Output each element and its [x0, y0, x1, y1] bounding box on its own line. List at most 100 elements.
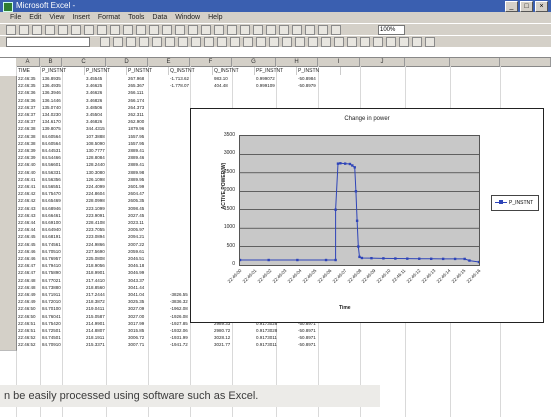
format-tool-icon[interactable]: [425, 37, 435, 47]
table-cell[interactable]: 22:46:41: [18, 184, 39, 190]
format-tool-icon[interactable]: [412, 37, 422, 47]
table-cell[interactable]: 22:46:36: [18, 90, 39, 96]
standard-tool-icon[interactable]: [175, 25, 185, 35]
table-cell[interactable]: 22:46:51: [18, 328, 39, 334]
maximize-button[interactable]: □: [520, 1, 533, 12]
format-tool-icon[interactable]: [165, 37, 175, 47]
standard-tool-icon[interactable]: [110, 25, 120, 35]
table-cell[interactable]: [214, 98, 253, 104]
column-header[interactable]: [450, 58, 500, 67]
table-cell[interactable]: 22:46:46: [18, 256, 39, 262]
table-cell[interactable]: -50.8984: [298, 76, 339, 82]
table-cell[interactable]: 224.8604: [86, 191, 125, 197]
table-cell[interactable]: 3007.71: [128, 342, 167, 348]
table-cell[interactable]: 3041.04: [128, 292, 167, 298]
table-cell[interactable]: 22:46:46: [18, 249, 39, 255]
table-cell[interactable]: 84.64940: [42, 227, 83, 233]
format-tool-icon[interactable]: [295, 37, 305, 47]
format-tool-icon[interactable]: [126, 37, 136, 47]
table-cell[interactable]: 214.9901: [86, 321, 125, 327]
table-cell[interactable]: 3.45545: [86, 76, 125, 82]
table-cell[interactable]: 983.10: [214, 76, 253, 82]
table-cell[interactable]: 108.5090: [86, 141, 125, 147]
table-cell[interactable]: 3046.99: [128, 270, 167, 276]
table-cell[interactable]: 2889.98: [128, 170, 167, 176]
table-cell[interactable]: 3015.85: [128, 328, 167, 334]
table-cell[interactable]: 84.79410: [42, 263, 83, 269]
table-cell[interactable]: 318.9901: [86, 270, 125, 276]
menu-item-format[interactable]: Format: [98, 12, 120, 23]
standard-tool-icon[interactable]: [318, 25, 328, 35]
table-cell[interactable]: 0.9173028: [256, 328, 295, 334]
menu-item-view[interactable]: View: [49, 12, 64, 23]
column-title-cell[interactable]: P_INSTNT: [41, 67, 85, 75]
table-cell[interactable]: [170, 90, 211, 96]
table-cell[interactable]: 22:46:47: [18, 263, 39, 269]
menu-item-window[interactable]: Window: [175, 12, 200, 23]
table-cell[interactable]: 2605.35: [128, 198, 167, 204]
table-cell[interactable]: 2094.21: [128, 234, 167, 240]
table-cell[interactable]: 22:46:35: [18, 76, 39, 82]
table-cell[interactable]: 223.0894: [86, 234, 125, 240]
table-cell[interactable]: 22:46:49: [18, 299, 39, 305]
format-tool-icon[interactable]: [321, 37, 331, 47]
column-header-d[interactable]: D: [106, 58, 148, 67]
table-cell[interactable]: 0.9173011: [256, 342, 295, 348]
table-cell[interactable]: 22:46:52: [18, 342, 39, 348]
table-cell[interactable]: 2980.72: [214, 328, 253, 334]
menu-item-file[interactable]: File: [10, 12, 21, 23]
format-tool-icon[interactable]: [191, 37, 201, 47]
table-cell[interactable]: 22:46:45: [18, 242, 39, 248]
table-cell[interactable]: 22:46:42: [18, 191, 39, 197]
table-cell[interactable]: 22:46:37: [18, 105, 39, 111]
format-tool-icon[interactable]: [399, 37, 409, 47]
standard-tool-icon[interactable]: [292, 25, 302, 35]
table-cell[interactable]: 266.111: [128, 90, 167, 96]
table-cell[interactable]: 84.73880: [42, 285, 83, 291]
table-cell[interactable]: 267.968: [128, 76, 167, 82]
table-cell[interactable]: 84.44531: [42, 148, 83, 154]
column-header-f[interactable]: F: [190, 58, 232, 67]
standard-tool-icon[interactable]: [305, 25, 315, 35]
format-tool-icon[interactable]: [178, 37, 188, 47]
table-cell[interactable]: 2046.51: [128, 256, 167, 262]
format-tool-icon[interactable]: [243, 37, 253, 47]
table-cell[interactable]: 136.3946: [42, 90, 83, 96]
table-cell[interactable]: 218.8560: [86, 285, 125, 291]
table-cell[interactable]: 134.0230: [42, 112, 83, 118]
table-cell[interactable]: 217.2444: [86, 292, 125, 298]
table-cell[interactable]: 228.4108: [86, 220, 125, 226]
table-cell[interactable]: 3.46625: [86, 83, 125, 89]
table-cell[interactable]: 84.69100: [42, 220, 83, 226]
table-cell[interactable]: 128.8084: [86, 155, 125, 161]
table-cell[interactable]: 219.0411: [86, 306, 125, 312]
table-cell[interactable]: 126.1098: [86, 177, 125, 183]
table-cell[interactable]: 84.54466: [42, 155, 83, 161]
row-header[interactable]: [0, 342, 17, 351]
table-cell[interactable]: 2601.99: [128, 184, 167, 190]
format-tool-icon[interactable]: [230, 37, 240, 47]
column-header[interactable]: [500, 58, 551, 67]
table-cell[interactable]: 84.56356: [42, 177, 83, 183]
standard-tool-icon[interactable]: [279, 25, 289, 35]
table-cell[interactable]: 84.77021: [42, 278, 83, 284]
format-tool-icon[interactable]: [217, 37, 227, 47]
column-title-cell[interactable]: TIME: [17, 67, 41, 75]
table-cell[interactable]: 2604.47: [128, 191, 167, 197]
table-cell[interactable]: 3.45504: [86, 112, 125, 118]
table-cell[interactable]: 130.3080: [86, 170, 125, 176]
table-cell[interactable]: [214, 90, 253, 96]
table-cell[interactable]: 84.71911: [42, 292, 83, 298]
format-tool-icon[interactable]: [269, 37, 279, 47]
standard-tool-icon[interactable]: [214, 25, 224, 35]
standard-tool-icon[interactable]: [266, 25, 276, 35]
table-cell[interactable]: -1.713.62: [170, 76, 211, 82]
table-cell[interactable]: 128.2440: [86, 162, 125, 168]
table-cell[interactable]: 224.4099: [86, 184, 125, 190]
table-cell[interactable]: 84.56331: [42, 170, 83, 176]
table-cell[interactable]: 22:46:43: [18, 206, 39, 212]
standard-tool-icon[interactable]: [227, 25, 237, 35]
table-cell[interactable]: 228.0998: [86, 198, 125, 204]
table-cell[interactable]: 130.7777: [86, 148, 125, 154]
table-cell[interactable]: 22:46:35: [18, 83, 39, 89]
